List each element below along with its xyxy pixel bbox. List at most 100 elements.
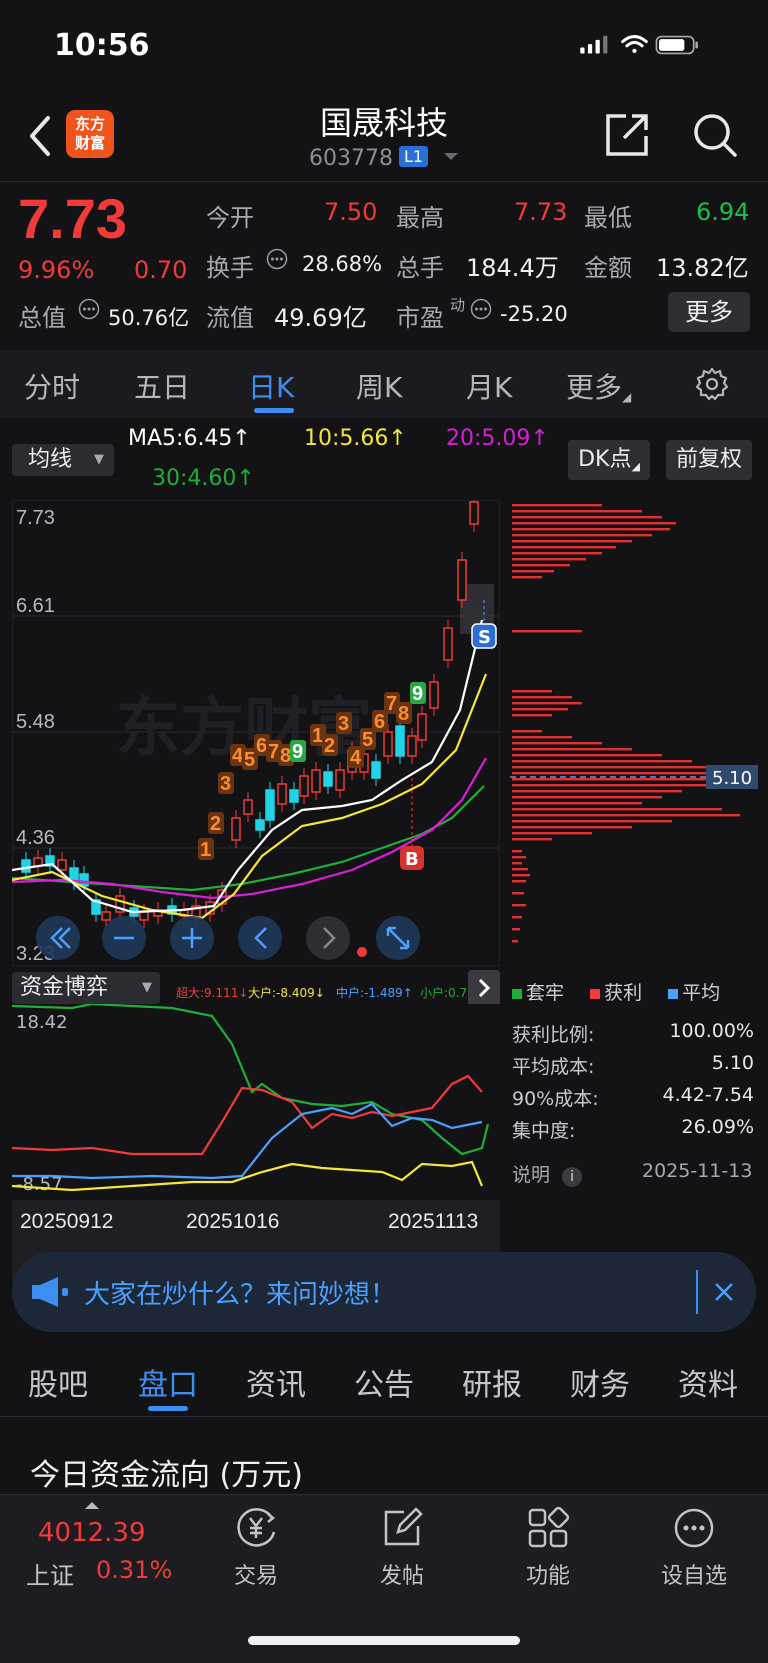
- super-large-value: 超大:9.111↓: [176, 986, 249, 1000]
- float-value: 49.69亿: [274, 304, 367, 332]
- chip-bar: [512, 928, 520, 931]
- scroll-left-button[interactable]: [238, 916, 282, 960]
- tab-profile[interactable]: 资料: [678, 1360, 738, 1404]
- adjust-button[interactable]: 前复权: [666, 440, 752, 480]
- tab-monthly-k[interactable]: 月K: [466, 366, 512, 406]
- chip-bar: [512, 564, 570, 567]
- tab-finance[interactable]: 财务: [570, 1360, 630, 1404]
- tab-intraday[interactable]: 分时: [24, 366, 80, 406]
- chip-bar: [512, 736, 572, 739]
- chip-bar: [512, 504, 602, 507]
- nine-turn-label: 9: [292, 741, 303, 763]
- avg-cost-stat-value: 5.10: [711, 1052, 754, 1074]
- last-price: 7.73: [18, 187, 127, 250]
- chevron-right-icon: [478, 978, 491, 998]
- candle: [371, 761, 381, 779]
- chip-bar: [512, 874, 530, 877]
- info-icon[interactable]: [470, 298, 492, 320]
- tab-five-day[interactable]: 五日: [134, 366, 190, 406]
- info-icon[interactable]: [78, 298, 100, 320]
- live-dot: [357, 947, 367, 957]
- cost-90-label: 90%成本:: [512, 1088, 599, 1110]
- chip-bar: [512, 916, 522, 919]
- megaphone-icon: [32, 1277, 68, 1307]
- chip-date: 2025-11-13: [642, 1160, 753, 1182]
- collapse-arrow-icon[interactable]: [84, 1500, 100, 1510]
- nav-post[interactable]: 发帖: [342, 1506, 462, 1590]
- chip-bar: [512, 696, 572, 699]
- tab-more-periods[interactable]: 更多◢: [566, 366, 631, 406]
- nine-turn-label: 6: [374, 711, 385, 733]
- tab-research[interactable]: 研报: [462, 1360, 522, 1404]
- trade-yen-icon: [237, 1508, 276, 1547]
- search-button[interactable]: [692, 112, 738, 158]
- tab-news[interactable]: 资讯: [246, 1360, 306, 1404]
- tab-order-book[interactable]: 盘口: [138, 1360, 198, 1404]
- chip-bar: [512, 814, 740, 817]
- edit-post-icon: [384, 1507, 423, 1546]
- nav-add-watchlist[interactable]: 设自选: [634, 1506, 754, 1590]
- chip-bar: [512, 546, 616, 549]
- candle: [243, 799, 253, 815]
- concentration-value: 26.09%: [681, 1116, 754, 1138]
- chip-distribution-chart: 5.10: [510, 504, 758, 943]
- stock-code-row[interactable]: 603778 L1: [0, 146, 768, 171]
- chip-bar: [512, 558, 586, 561]
- chip-bar: [512, 832, 592, 835]
- chip-bar: [512, 714, 552, 717]
- candle: [21, 859, 31, 873]
- ai-question-banner[interactable]: 大家在炒什么？来问妙想！: [12, 1252, 756, 1332]
- info-icon[interactable]: [266, 248, 288, 270]
- fullscreen-button[interactable]: [376, 916, 420, 960]
- indicator-select[interactable]: 均线 ▼: [12, 444, 114, 476]
- fund-indicator-select[interactable]: 资金博弈 ▼: [12, 972, 160, 1004]
- chip-legend: 套牢 获利 平均: [512, 978, 720, 1005]
- more-quote-button[interactable]: 更多: [668, 292, 750, 332]
- expand-indicator-button[interactable]: [468, 970, 500, 1006]
- settings-gear-icon[interactable]: [694, 366, 730, 402]
- dropdown-icon: ▼: [94, 452, 104, 467]
- fund-y-top: 18.42: [16, 1012, 68, 1033]
- active-bottom-tab-indicator: [148, 1406, 188, 1411]
- close-icon[interactable]: [714, 1282, 734, 1302]
- nine-turn-label: 6: [256, 735, 267, 757]
- zoom-out-button[interactable]: [102, 916, 146, 960]
- tab-daily-k[interactable]: 日K: [248, 366, 294, 406]
- index-pct: 0.31%: [96, 1556, 173, 1584]
- chip-bar: [512, 904, 526, 907]
- chip-bar: [512, 838, 552, 841]
- dk-point-button[interactable]: DK点◢: [568, 440, 650, 480]
- volume-label: 总手: [396, 254, 444, 282]
- chip-bar: [512, 742, 602, 745]
- nine-turn-label: 5: [244, 749, 255, 771]
- tab-weekly-k[interactable]: 周K: [356, 366, 402, 406]
- chip-explain-link[interactable]: 说明 i: [512, 1160, 583, 1187]
- ma30-value: 30:4.60↑: [152, 466, 255, 491]
- candle: [311, 769, 321, 793]
- zoom-in-button[interactable]: [170, 916, 214, 960]
- candle: [79, 873, 89, 887]
- scroll-left-fast-button[interactable]: [36, 916, 80, 960]
- nav-trade[interactable]: 交易: [196, 1506, 316, 1590]
- fund-flow-chart: 18.42 -8.57 20250912 20251016 20251113: [12, 1004, 500, 1282]
- nine-turn-label: 8: [398, 703, 409, 725]
- share-button[interactable]: [604, 112, 650, 158]
- nav-functions[interactable]: 功能: [488, 1506, 608, 1590]
- profit-ratio-label: 获利比例:: [512, 1024, 595, 1046]
- scroll-right-button[interactable]: [306, 916, 350, 960]
- kline-chart[interactable]: 东方财富 7.73 6.61 5.48 4.36 3.23 1234 56 7 8 91…: [12, 500, 500, 966]
- candle: [57, 859, 67, 871]
- chip-bar: [512, 552, 602, 555]
- tab-forum[interactable]: 股吧: [28, 1360, 88, 1404]
- more-dots-icon: [674, 1508, 714, 1548]
- tab-announcements[interactable]: 公告: [354, 1360, 414, 1404]
- nine-turn-label: 1: [200, 839, 211, 861]
- corner-triangle-icon: ◢: [631, 460, 640, 473]
- chip-bar: [512, 630, 582, 633]
- turnover-value: 28.68%: [302, 252, 383, 276]
- dropdown-icon: [444, 153, 459, 160]
- nine-turn-label: 3: [338, 713, 349, 735]
- date-start: 20250912: [20, 1210, 113, 1233]
- medium-value: 中户:-1.489↑: [336, 986, 413, 1000]
- candle: [383, 731, 393, 757]
